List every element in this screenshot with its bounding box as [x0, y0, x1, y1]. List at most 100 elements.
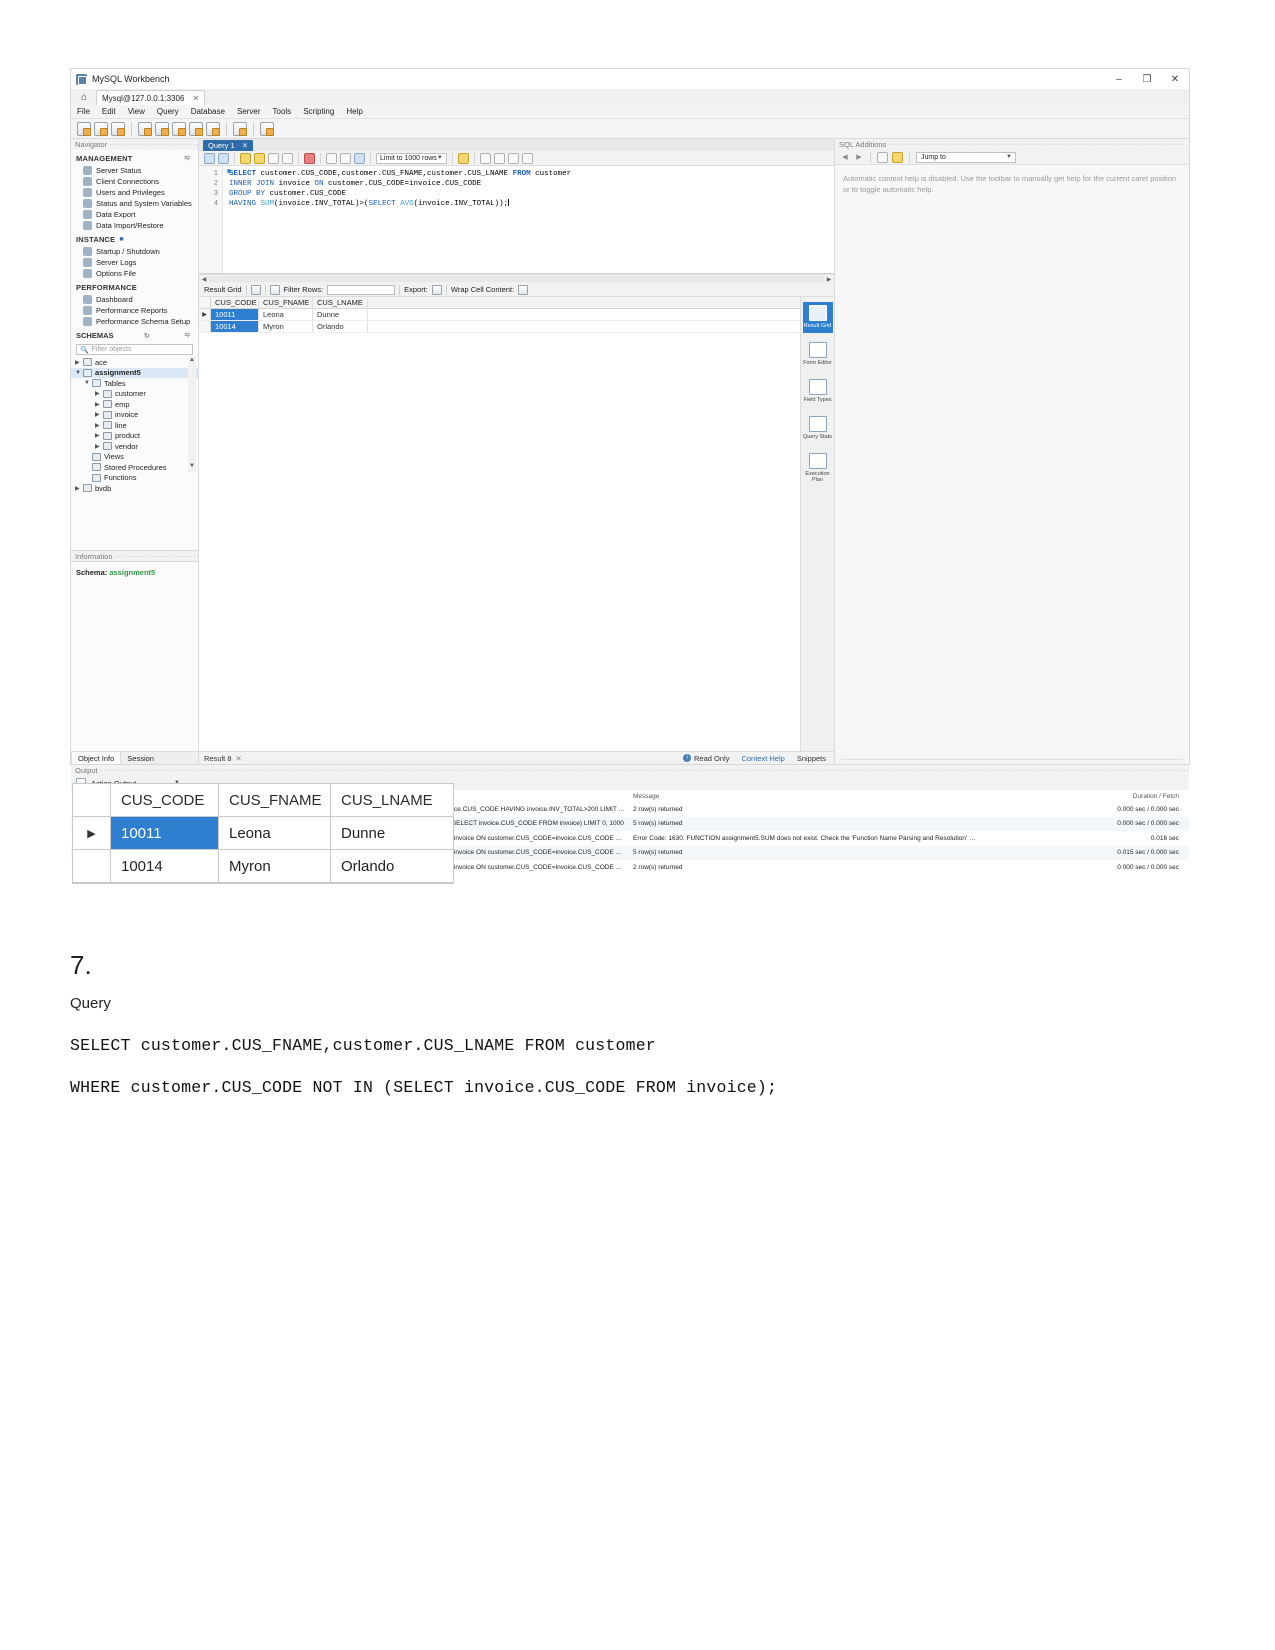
execute-icon[interactable]	[240, 152, 251, 164]
new-procedure-icon[interactable]	[189, 121, 203, 136]
result-grid[interactable]: CUS_CODE CUS_FNAME CUS_LNAME ▶ 10011 Leo…	[199, 297, 800, 751]
jump-to-select[interactable]: Jump to ▼	[916, 151, 1016, 163]
sidebar-item-performance-schema-setup[interactable]: Performance Schema Setup	[71, 316, 198, 327]
link-snippets[interactable]: Snippets	[797, 754, 826, 763]
forward-icon[interactable]: ▶	[854, 153, 864, 161]
toggle-invisible-chars-icon[interactable]	[479, 152, 491, 164]
refresh-icon[interactable]	[269, 284, 280, 295]
tab-object-info[interactable]: Object Info	[71, 752, 122, 764]
execute-current-statement-icon[interactable]	[254, 152, 265, 164]
close-icon[interactable]: ✕	[192, 94, 199, 103]
expand-icon[interactable]: ⥧	[184, 155, 190, 163]
column-header-cus-fname[interactable]: CUS_FNAME	[259, 297, 313, 308]
tree-node-product[interactable]: ▶ product	[71, 431, 198, 442]
new-sql-tab-icon[interactable]	[77, 121, 91, 136]
editor-horizontal-scrollbar[interactable]: ◀ ▶	[199, 274, 834, 283]
cell-cus-fname[interactable]: Myron	[259, 321, 313, 332]
back-icon[interactable]: ◀	[840, 153, 850, 161]
grid-view-icon[interactable]	[250, 284, 261, 295]
chevron-down-icon[interactable]: ▼	[437, 155, 443, 161]
tree-node-functions[interactable]: Functions	[71, 473, 198, 484]
tree-node-emp[interactable]: ▶ emp	[71, 399, 198, 410]
chevron-right-icon[interactable]: ▶	[95, 432, 103, 439]
minimize-button[interactable]: –	[1105, 69, 1133, 89]
tab-result-8[interactable]: Result 8	[204, 754, 232, 763]
new-connection-icon[interactable]	[111, 121, 125, 136]
chevron-right-icon[interactable]: ▶	[95, 401, 103, 408]
commit-icon[interactable]	[326, 152, 337, 164]
schema-filter-input[interactable]: 🔍 Filter objects	[76, 344, 193, 355]
sidebar-item-client-connections[interactable]: Client Connections	[71, 176, 198, 187]
menu-file[interactable]: File	[77, 107, 90, 116]
sidebar-item-status-and-system-variables[interactable]: Status and System Variables	[71, 198, 198, 209]
open-sql-script-icon[interactable]	[94, 121, 108, 136]
chevron-right-icon[interactable]: ▶	[95, 443, 103, 450]
column-header-cus-code[interactable]: CUS_CODE	[211, 297, 259, 308]
sidebar-item-server-status[interactable]: Server Status	[71, 165, 198, 176]
wrap-cell-content-icon[interactable]	[518, 284, 529, 295]
explain-icon[interactable]	[268, 152, 279, 164]
menu-tools[interactable]: Tools	[273, 107, 292, 116]
row-limit-select[interactable]: Limit to 1000 rows ▼	[376, 152, 447, 164]
new-schema-icon[interactable]	[138, 121, 152, 136]
tree-node-line[interactable]: ▶ line	[71, 420, 198, 431]
menu-help[interactable]: Help	[346, 107, 362, 116]
refresh-icon[interactable]: ↻	[144, 332, 150, 340]
home-icon[interactable]: ⌂	[75, 90, 93, 105]
menu-view[interactable]: View	[128, 107, 145, 116]
sidebar-item-performance-reports[interactable]: Performance Reports	[71, 305, 198, 316]
rollback-icon[interactable]	[340, 152, 351, 164]
tree-node-customer[interactable]: ▶ customer	[71, 389, 198, 400]
cell-cus-code[interactable]: 10014	[211, 321, 259, 332]
tab-query-stats[interactable]: Query Stats	[803, 413, 833, 444]
chevron-right-icon[interactable]: ▶	[95, 422, 103, 429]
chevron-down-icon[interactable]: ▼	[1006, 154, 1012, 160]
chevron-down-icon[interactable]: ▼	[75, 370, 83, 376]
sql-code[interactable]: SELECT customer.CUS_CODE,customer.CUS_FN…	[223, 166, 834, 273]
sidebar-item-data-import-restore[interactable]: Data Import/Restore	[71, 220, 198, 231]
sidebar-item-data-export[interactable]: Data Export	[71, 209, 198, 220]
find-icon[interactable]	[493, 152, 505, 164]
new-view-icon[interactable]	[172, 121, 186, 136]
chevron-down-icon[interactable]: ▼	[188, 463, 196, 469]
sidebar-item-options-file[interactable]: Options File	[71, 268, 198, 279]
table-row[interactable]: 10014 Myron Orlando	[199, 321, 800, 333]
menu-query[interactable]: Query	[157, 107, 179, 116]
chevron-right-icon[interactable]: ▶	[95, 411, 103, 418]
reconnect-icon[interactable]	[260, 121, 274, 136]
cell-cus-fname[interactable]: Leona	[259, 309, 313, 320]
cell-cus-lname[interactable]: Orlando	[313, 321, 368, 332]
link-context-help[interactable]: Context Help	[741, 754, 784, 763]
chevron-right-icon[interactable]: ▶	[75, 485, 83, 492]
close-icon[interactable]: ✕	[236, 754, 242, 763]
stop-icon[interactable]	[282, 152, 293, 164]
search-objects-icon[interactable]	[233, 121, 247, 136]
save-script-icon[interactable]	[218, 152, 229, 164]
expand-icon[interactable]: ⥧	[184, 332, 190, 340]
menu-database[interactable]: Database	[191, 107, 225, 116]
chevron-right-icon[interactable]: ▶	[824, 276, 834, 283]
column-header-cus-lname[interactable]: CUS_LNAME	[313, 297, 368, 308]
tab-session[interactable]: Session	[121, 754, 160, 763]
export-resultset-icon[interactable]	[521, 152, 533, 164]
tree-node-invoice[interactable]: ▶ invoice	[71, 410, 198, 421]
toggle-automatic-help-icon[interactable]	[892, 151, 903, 163]
export-icon[interactable]	[431, 284, 442, 295]
connection-tab[interactable]: Mysql@127.0.0.1:3306 ✕	[96, 90, 206, 105]
sidebar-item-startup-shutdown[interactable]: Startup / Shutdown	[71, 246, 198, 257]
tab-query-1[interactable]: Query 1 ✕	[203, 140, 253, 151]
tree-node-bvdb[interactable]: ▶ bvdb	[71, 483, 198, 494]
chevron-up-icon[interactable]: ▲	[188, 357, 196, 363]
close-button[interactable]: ✕	[1161, 69, 1189, 89]
open-script-icon[interactable]	[204, 152, 215, 164]
cell-cus-lname[interactable]: Dunne	[313, 309, 368, 320]
tab-form-editor[interactable]: Form Editor	[803, 339, 833, 370]
beautify-sql-icon[interactable]	[457, 152, 469, 164]
tree-node-views[interactable]: Views	[71, 452, 198, 463]
table-row[interactable]: ▶ 10011 Leona Dunne	[199, 309, 800, 321]
sql-editor[interactable]: 1 2 3 4 SELECT customer.CUS_CODE,custome…	[199, 166, 834, 274]
sidebar-item-server-logs[interactable]: Server Logs	[71, 257, 198, 268]
autocommit-icon[interactable]	[354, 152, 365, 164]
tree-node-vendor[interactable]: ▶ vendor	[71, 441, 198, 452]
filter-rows-input[interactable]	[327, 284, 396, 295]
